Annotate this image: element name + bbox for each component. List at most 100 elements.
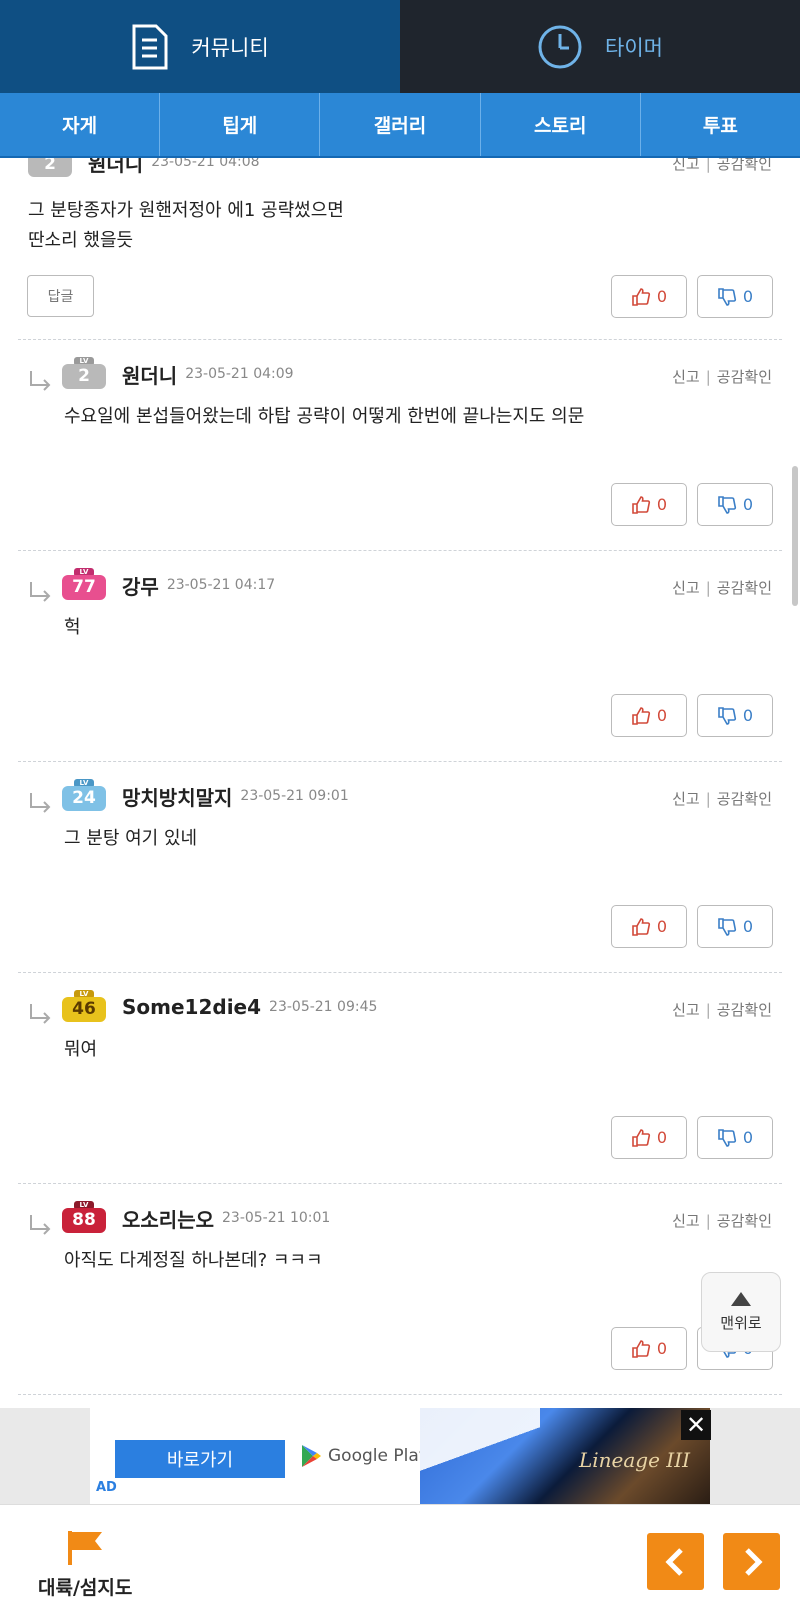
downvote-count: 0 <box>742 287 754 306</box>
map-button[interactable]: 대륙/섬지도 <box>38 1529 132 1600</box>
thumbs-up-icon <box>632 1339 650 1358</box>
clock-icon <box>538 25 582 68</box>
level-badge: LV 24 <box>60 779 108 813</box>
thumbs-up-icon <box>632 917 650 936</box>
report-link[interactable]: 신고 <box>672 158 700 173</box>
thumbs-up-icon <box>632 495 650 514</box>
report-link[interactable]: 신고 <box>672 368 700 386</box>
comment-date: 23-05-21 10:01 <box>222 1210 331 1226</box>
comment-list: LV 2 원더니 23-05-21 04:08 신고|공감확인 그 분탕종자가 … <box>0 158 800 1408</box>
report-link[interactable]: 신고 <box>672 790 700 808</box>
downvote-button[interactable]: 0 <box>697 694 773 737</box>
prev-page-button[interactable] <box>647 1533 704 1590</box>
reply-arrow-icon <box>30 582 51 602</box>
comment-actions: 신고 | 공감확인 <box>672 790 772 808</box>
downvote-count: 0 <box>742 1128 754 1147</box>
tab-timer[interactable]: 타이머 <box>400 0 800 93</box>
comment-actions: 신고 | 공감확인 <box>672 1212 772 1230</box>
level-badge: LV 46 <box>60 990 108 1024</box>
vote-group: 0 0 <box>611 1116 773 1159</box>
level-badge: LV 2 <box>60 357 108 391</box>
comment-header: LV 24 망치방치말지 23-05-21 09:01 <box>28 778 349 814</box>
comment-header: LV 2 원더니 23-05-21 04:09 <box>28 356 294 392</box>
chevron-left-icon <box>664 1547 683 1576</box>
comment-date: 23-05-21 04:08 <box>151 158 260 170</box>
thumbs-down-icon <box>718 917 736 936</box>
upvote-button[interactable]: 0 <box>611 483 687 526</box>
downvote-button[interactable]: 0 <box>697 275 773 318</box>
scrollbar-thumb[interactable] <box>792 466 798 606</box>
comment-date: 23-05-21 09:01 <box>240 788 349 804</box>
comment-actions: 신고 | 공감확인 <box>672 368 772 386</box>
nav-story[interactable]: 스토리 <box>481 93 641 156</box>
empathy-link[interactable]: 공감확인 <box>717 790 772 808</box>
empathy-link[interactable]: 공감확인 <box>717 368 772 386</box>
empathy-link[interactable]: 공감확인 <box>717 158 772 173</box>
comment-nickname[interactable]: 원더니 <box>88 158 143 177</box>
downvote-button[interactable]: 0 <box>697 1116 773 1159</box>
nav-gallery[interactable]: 갤러리 <box>320 93 481 156</box>
level-badge: LV 2 <box>26 158 74 179</box>
upvote-count: 0 <box>656 706 668 725</box>
upvote-button[interactable]: 0 <box>611 905 687 948</box>
thumbs-up-icon <box>632 706 650 725</box>
comment-nickname[interactable]: Some12die4 <box>122 995 261 1019</box>
comment-text: 그 분탕종자가 원핸저정아 에1 공략썼으면 딴소리 했을듯 <box>28 200 344 251</box>
vote-group: 0 0 <box>611 275 773 318</box>
comment-item: LV 88 오소리는오 23-05-21 10:01 신고 | 공감확인 아직도 다… <box>18 1184 782 1395</box>
level-number: 2 <box>28 158 72 177</box>
scroll-to-top-button[interactable]: 맨위로 <box>701 1272 781 1352</box>
empathy-link[interactable]: 공감확인 <box>717 1212 772 1230</box>
reply-arrow-icon <box>30 1215 51 1235</box>
thumbs-up-icon <box>632 287 650 306</box>
close-ad-icon[interactable]: ✕ <box>681 1410 711 1440</box>
nav-tip-board[interactable]: 팁게 <box>160 93 321 156</box>
scroll-to-top-label: 맨위로 <box>720 1313 762 1332</box>
ad-banner[interactable]: 바로가기 Google Play Lineage III AD <box>90 1408 710 1504</box>
ad-go-button[interactable]: 바로가기 <box>115 1440 285 1478</box>
comment-header: LV 88 오소리는오 23-05-21 10:01 <box>28 1200 330 1236</box>
vote-group: 0 0 <box>611 483 773 526</box>
level-number: 77 <box>62 575 106 600</box>
reply-arrow-icon <box>30 371 51 391</box>
report-link[interactable]: 신고 <box>672 1001 700 1019</box>
downvote-button[interactable]: 0 <box>697 483 773 526</box>
upvote-button[interactable]: 0 <box>611 275 687 318</box>
nav-free-board[interactable]: 자게 <box>0 93 161 156</box>
upvote-button[interactable]: 0 <box>611 1327 687 1370</box>
downvote-button[interactable]: 0 <box>697 905 773 948</box>
upvote-button[interactable]: 0 <box>611 1116 687 1159</box>
reply-button[interactable]: 답글 <box>27 275 94 317</box>
comment-text: 뭐여 <box>64 1039 98 1060</box>
google-play-badge: Google Play <box>300 1444 429 1468</box>
empathy-link[interactable]: 공감확인 <box>717 579 772 597</box>
ad-banner-area: 바로가기 Google Play Lineage III AD <box>0 1408 800 1504</box>
comment-header: LV 2 원더니 23-05-21 04:08 <box>26 158 260 180</box>
board-nav: 자게 팁게 갤러리 스토리 투표 <box>0 93 800 158</box>
comment-nickname[interactable]: 원더니 <box>122 360 177 389</box>
thumbs-down-icon <box>718 495 736 514</box>
upvote-button[interactable]: 0 <box>611 694 687 737</box>
comment-date: 23-05-21 09:45 <box>269 999 378 1015</box>
nav-vote[interactable]: 투표 <box>641 93 800 156</box>
comment-nickname[interactable]: 강무 <box>122 571 159 600</box>
comment-nickname[interactable]: 망치방치말지 <box>122 782 232 811</box>
upvote-count: 0 <box>656 1128 668 1147</box>
comment-item: LV 24 망치방치말지 23-05-21 09:01 신고 | 공감확인 그 분탕… <box>18 762 782 973</box>
level-number: 88 <box>62 1208 106 1233</box>
comment-nickname[interactable]: 오소리는오 <box>122 1204 214 1233</box>
downvote-count: 0 <box>742 706 754 725</box>
comment-actions: 신고 | 공감확인 <box>672 579 772 597</box>
level-badge: LV 88 <box>60 1201 108 1235</box>
tab-community[interactable]: 커뮤니티 <box>0 0 400 93</box>
comment-item: LV 46 Some12die4 23-05-21 09:45 신고 | 공감확인 … <box>18 973 782 1184</box>
next-page-button[interactable] <box>723 1533 780 1590</box>
ad-label: AD <box>96 1480 117 1495</box>
map-label: 대륙/섬지도 <box>38 1577 133 1599</box>
report-link[interactable]: 신고 <box>672 1212 700 1230</box>
comment-header: LV 46 Some12die4 23-05-21 09:45 <box>28 989 377 1025</box>
report-link[interactable]: 신고 <box>672 579 700 597</box>
upvote-count: 0 <box>656 917 668 936</box>
game-logo: Lineage III <box>578 1448 690 1472</box>
empathy-link[interactable]: 공감확인 <box>717 1001 772 1019</box>
